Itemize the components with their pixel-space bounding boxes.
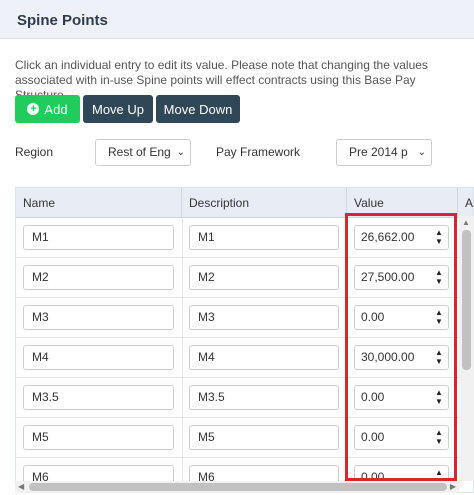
add-button-label: Add [44,101,68,117]
name-input[interactable]: M5 [23,425,174,450]
value-column-highlight [345,213,457,481]
add-button[interactable]: + Add [15,95,80,123]
scroll-left-icon[interactable]: ◀ [18,481,24,493]
description-input[interactable]: M2 [189,265,339,290]
name-input[interactable]: M2 [23,265,174,290]
description-input[interactable]: M5 [189,425,339,450]
horizontal-scrollbar[interactable]: ◀ ▶ [15,481,459,493]
region-select[interactable]: Rest of Eng ⌄ [95,139,191,166]
name-input[interactable]: M4 [23,345,174,370]
plus-circle-icon: + [27,103,40,115]
vertical-scroll-thumb[interactable] [462,230,471,370]
pay-framework-select-value: Pre 2014 p [349,145,408,159]
description-input[interactable]: M3 [189,305,339,330]
column-header-name[interactable]: Name [16,188,182,218]
name-input[interactable]: M1 [23,225,174,250]
region-select-value: Rest of Eng [108,145,171,159]
name-input[interactable]: M3 [23,305,174,330]
column-header-description[interactable]: Description [182,188,347,218]
page-title: Spine Points [17,12,108,29]
description-input[interactable]: M3.5 [189,385,339,410]
chevron-down-icon: ⌄ [417,147,426,158]
description-input[interactable]: M1 [189,225,339,250]
pay-framework-select[interactable]: Pre 2014 p ⌄ [336,139,432,166]
move-down-button[interactable]: Move Down [156,95,240,123]
region-label: Region [15,145,54,159]
pay-framework-label: Pay Framework [216,145,301,159]
scroll-up-icon[interactable]: ▲ [462,218,470,227]
scroll-right-icon[interactable]: ▶ [450,481,456,493]
description-input[interactable]: M4 [189,345,339,370]
panel-header: Spine Points [0,0,474,39]
column-header-actions[interactable]: Ac [458,188,473,218]
name-input[interactable]: M3.5 [23,385,174,410]
horizontal-scroll-thumb[interactable] [29,483,447,491]
vertical-scrollbar[interactable]: ▲ [459,216,474,481]
chevron-down-icon: ⌄ [176,147,185,158]
move-up-button[interactable]: Move Up [83,95,153,123]
